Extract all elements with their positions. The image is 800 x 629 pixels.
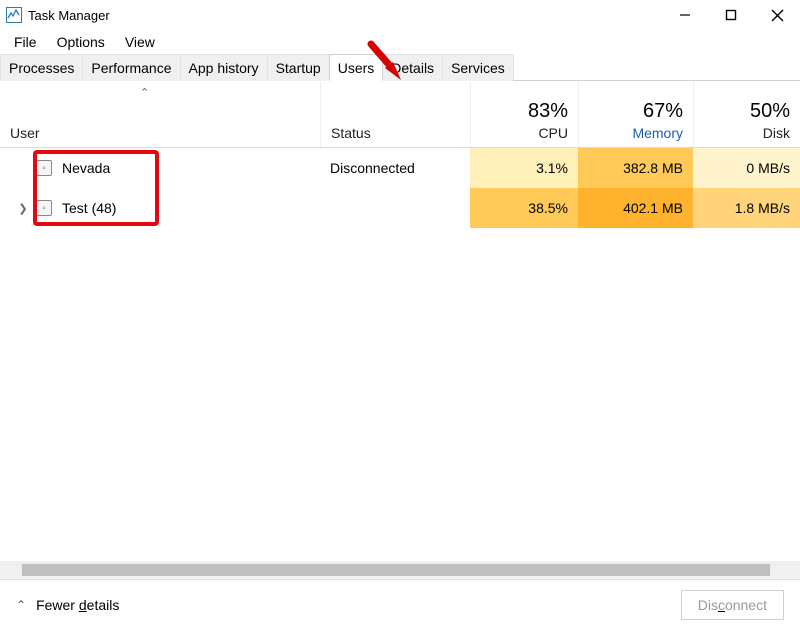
- footer: ⌃ Fewer details Disconnect: [0, 579, 800, 629]
- minimize-button[interactable]: [662, 0, 708, 30]
- titlebar: Task Manager: [0, 0, 800, 30]
- memory-cell: 382.8 MB: [578, 148, 693, 188]
- status-cell: Disconnected: [320, 148, 470, 188]
- fewer-details-label: Fewer details: [36, 597, 119, 613]
- cpu-cell: 38.5%: [470, 188, 578, 228]
- tab-startup[interactable]: Startup: [267, 54, 330, 81]
- scrollbar-thumb[interactable]: [22, 564, 770, 576]
- window-title: Task Manager: [28, 8, 110, 23]
- tab-services[interactable]: Services: [442, 54, 514, 81]
- cpu-total-percent: 83%: [481, 100, 568, 123]
- disk-cell: 0 MB/s: [693, 148, 800, 188]
- fewer-details-toggle[interactable]: ⌃ Fewer details: [16, 597, 119, 613]
- sort-indicator-icon[interactable]: ⌃: [140, 88, 149, 99]
- disk-total-percent: 50%: [704, 100, 790, 123]
- column-header-cpu[interactable]: 83% CPU: [470, 82, 578, 147]
- annotation-highlight-box: [33, 150, 159, 226]
- task-manager-window: Task Manager File Options View Processes…: [0, 0, 800, 629]
- users-table: ⌃ User Status 83% CPU 67% Memory 50% Dis…: [0, 82, 800, 579]
- disk-cell: 1.8 MB/s: [693, 188, 800, 228]
- tab-app-history[interactable]: App history: [180, 54, 268, 81]
- tab-users[interactable]: Users: [329, 54, 384, 81]
- menu-view[interactable]: View: [115, 32, 165, 52]
- disconnect-button[interactable]: Disconnect: [681, 590, 784, 620]
- memory-cell: 402.1 MB: [578, 188, 693, 228]
- close-button[interactable]: [754, 0, 800, 30]
- column-header-user[interactable]: User: [0, 82, 320, 147]
- status-cell: [320, 188, 470, 228]
- memory-total-percent: 67%: [589, 100, 683, 123]
- table-header: ⌃ User Status 83% CPU 67% Memory 50% Dis…: [0, 82, 800, 148]
- cpu-cell: 3.1%: [470, 148, 578, 188]
- tab-performance[interactable]: Performance: [82, 54, 180, 81]
- menu-file[interactable]: File: [4, 32, 47, 52]
- chevron-up-icon: ⌃: [16, 598, 26, 612]
- menubar: File Options View: [0, 30, 800, 54]
- column-header-disk[interactable]: 50% Disk: [693, 82, 800, 147]
- column-header-status[interactable]: Status: [320, 82, 470, 147]
- tab-processes[interactable]: Processes: [0, 54, 83, 81]
- maximize-button[interactable]: [708, 0, 754, 30]
- horizontal-scrollbar[interactable]: [0, 561, 800, 579]
- menu-options[interactable]: Options: [47, 32, 115, 52]
- tabs: Processes Performance App history Startu…: [0, 54, 800, 82]
- column-header-memory[interactable]: 67% Memory: [578, 82, 693, 147]
- tab-details[interactable]: Details: [382, 54, 443, 81]
- window-controls: [662, 0, 800, 30]
- app-icon: [6, 7, 22, 23]
- table-body: ◦ Nevada Disconnected 3.1% 382.8 MB 0 MB…: [0, 148, 800, 561]
